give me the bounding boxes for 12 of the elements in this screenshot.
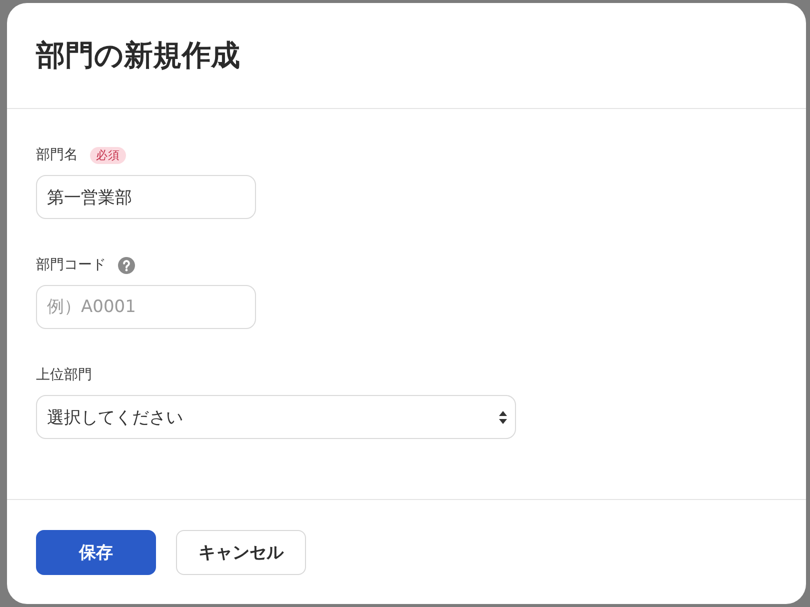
- cancel-button[interactable]: キャンセル: [176, 530, 306, 575]
- select-field[interactable]: 選択してください: [36, 395, 516, 439]
- help-icon[interactable]: [118, 256, 135, 274]
- field-label: 上位部門: [36, 366, 92, 385]
- required-badge: 必須: [90, 146, 126, 164]
- field-label: 部門コード: [36, 256, 106, 275]
- input-field[interactable]: 第一営業部: [36, 175, 256, 219]
- dialog-title: 部門の新規作成: [36, 38, 240, 73]
- field-label: 部門名: [36, 146, 78, 165]
- input-field[interactable]: 例）A0001: [36, 285, 256, 329]
- updown-caret-icon: [499, 410, 507, 424]
- save-button[interactable]: 保存: [36, 530, 156, 575]
